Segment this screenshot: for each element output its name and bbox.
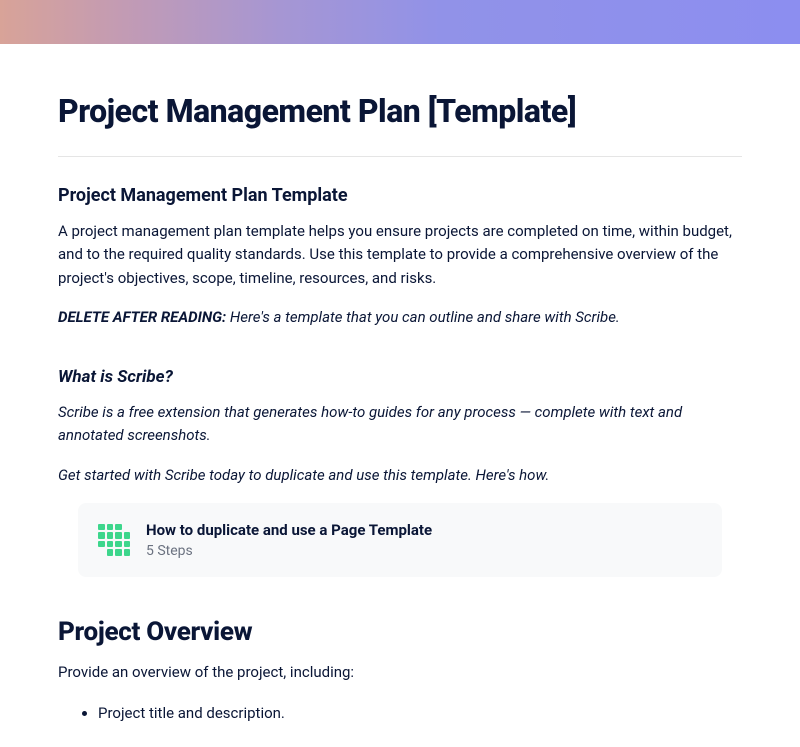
scribe-heading: What is Scribe?	[58, 367, 742, 387]
overview-list: Project title and description.	[98, 700, 742, 727]
grid-icon	[98, 524, 130, 556]
card-subtitle: 5 Steps	[146, 543, 432, 559]
delete-notice: DELETE AFTER READING: Here's a template …	[58, 306, 742, 329]
card-title: How to duplicate and use a Page Template	[146, 521, 432, 539]
intro-heading: Project Management Plan Template	[58, 185, 742, 206]
header-gradient-banner	[0, 0, 800, 44]
list-item: Project title and description.	[98, 700, 742, 727]
card-content: How to duplicate and use a Page Template…	[146, 521, 432, 559]
page-title: Project Management Plan [Template]	[58, 92, 742, 130]
document-content: Project Management Plan [Template] Proje…	[0, 44, 800, 747]
overview-intro: Provide an overview of the project, incl…	[58, 661, 742, 684]
delete-label: DELETE AFTER READING:	[58, 308, 226, 326]
scribe-get-started: Get started with Scribe today to duplica…	[58, 464, 742, 487]
overview-heading: Project Overview	[58, 617, 742, 647]
title-divider	[58, 156, 742, 157]
scribe-description: Scribe is a free extension that generate…	[58, 401, 742, 448]
delete-text: Here's a template that you can outline a…	[226, 308, 620, 326]
template-card[interactable]: How to duplicate and use a Page Template…	[78, 503, 722, 577]
intro-description: A project management plan template helps…	[58, 220, 742, 290]
